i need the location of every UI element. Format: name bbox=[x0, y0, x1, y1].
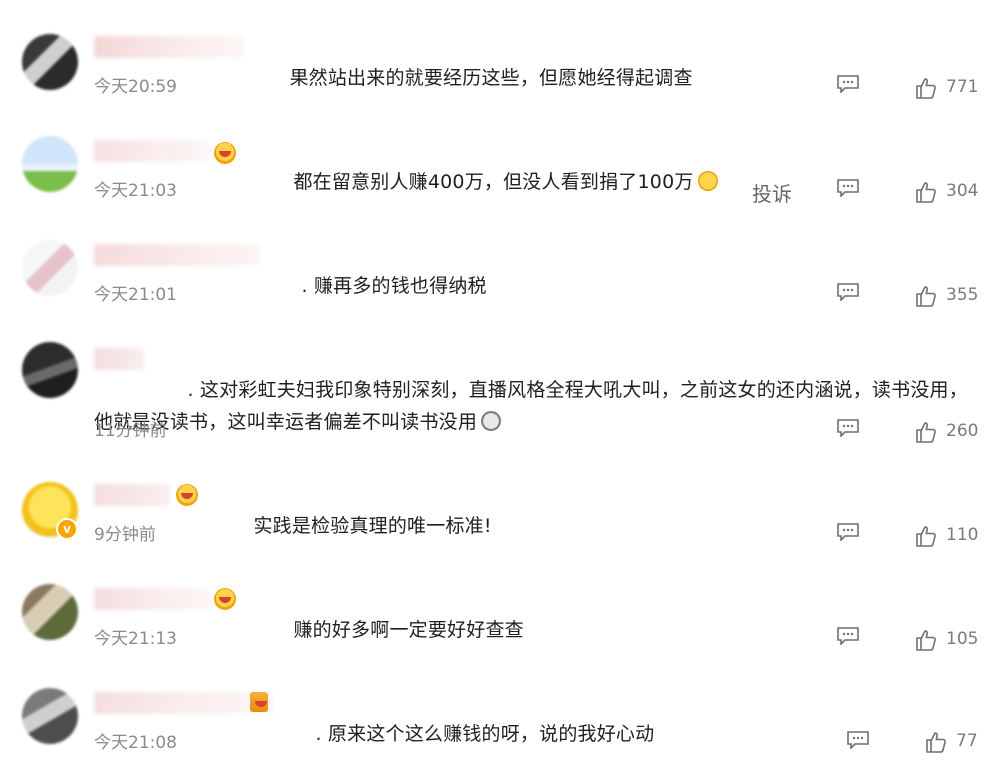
avatar[interactable] bbox=[22, 342, 78, 398]
comment-time: 今天21:08 bbox=[94, 733, 177, 753]
comment-time: 今天21:01 bbox=[94, 285, 177, 305]
emoji-icon bbox=[481, 411, 502, 431]
comment-text: 果然站出来的就要经历这些，但愿她经得起调查 bbox=[289, 67, 693, 89]
thumbs-up-icon bbox=[916, 78, 936, 99]
comment-time: 11分钟前 bbox=[94, 421, 167, 441]
like-count: 771 bbox=[946, 77, 979, 97]
comment-time: 今天21:03 bbox=[94, 181, 177, 201]
comment-text: . 原来这个这么赚钱的呀，说的我好心动 bbox=[315, 723, 655, 745]
like-count: 105 bbox=[946, 629, 979, 649]
thumbs-up-icon bbox=[916, 182, 936, 203]
thumbs-up-icon bbox=[916, 286, 936, 307]
avatar[interactable] bbox=[22, 688, 78, 744]
comment-time: 今天20:59 bbox=[94, 77, 177, 97]
comment-bubble-icon[interactable] bbox=[836, 283, 860, 301]
comment-bubble-icon[interactable] bbox=[836, 523, 860, 541]
avatar[interactable] bbox=[22, 240, 78, 296]
thumbs-up-icon bbox=[916, 422, 936, 443]
avatar[interactable] bbox=[22, 136, 78, 192]
thumbs-up-icon bbox=[926, 732, 946, 753]
comment-bubble-icon[interactable] bbox=[836, 179, 860, 197]
verified-badge-icon: v bbox=[56, 518, 78, 540]
like-count: 260 bbox=[946, 421, 979, 441]
comment-list: 果然站出来的就要经历这些，但愿她经得起调查 今天20:59 771 都在留意别人… bbox=[0, 0, 1000, 775]
avatar[interactable] bbox=[22, 34, 78, 90]
comment-bubble-icon[interactable] bbox=[836, 419, 860, 437]
comment-time: 9分钟前 bbox=[94, 525, 156, 545]
like-count: 110 bbox=[946, 525, 979, 545]
comment-text: 都在留意别人赚400万，但没人看到捐了100万 bbox=[94, 134, 718, 230]
thumbs-up-icon bbox=[916, 526, 936, 547]
like-count: 77 bbox=[956, 731, 978, 751]
comment-bubble-icon[interactable] bbox=[836, 627, 860, 645]
avatar[interactable] bbox=[22, 584, 78, 640]
report-link[interactable]: 投诉 bbox=[752, 178, 792, 207]
like-count: 304 bbox=[946, 181, 979, 201]
comment-time: 今天21:13 bbox=[94, 629, 177, 649]
emoji-icon bbox=[697, 171, 718, 191]
like-count: 355 bbox=[946, 285, 979, 305]
comment-bubble-icon[interactable] bbox=[836, 75, 860, 93]
comment-bubble-icon[interactable] bbox=[846, 731, 870, 749]
thumbs-up-icon bbox=[916, 630, 936, 651]
